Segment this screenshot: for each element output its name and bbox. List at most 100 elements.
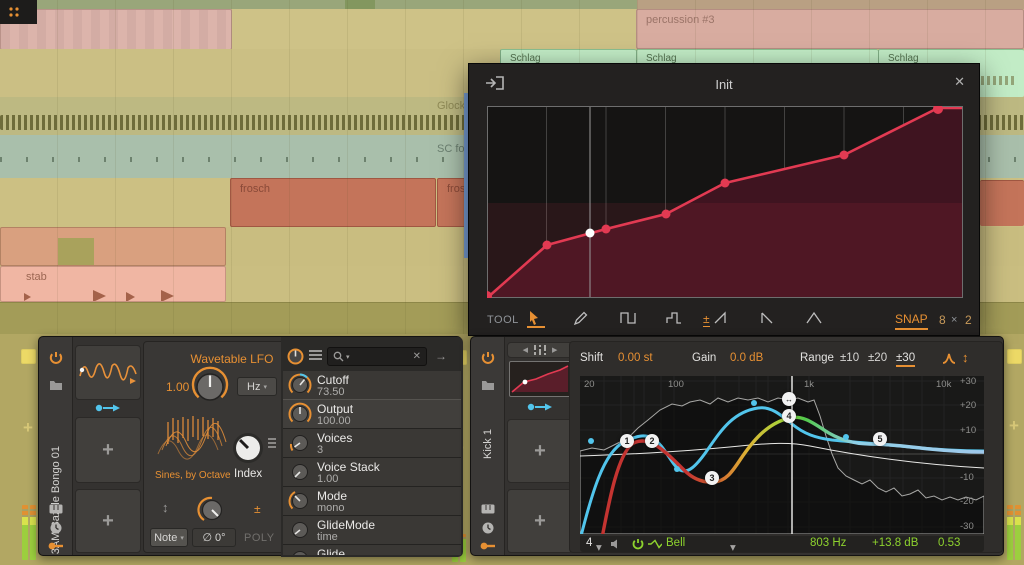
band-handle-dot[interactable] [843,434,849,440]
pencil-tool-icon[interactable] [573,310,591,328]
speaker-icon[interactable] [610,539,620,549]
updown-icon[interactable]: ↕ [962,350,969,365]
triangle-tool-icon[interactable] [806,310,824,328]
jack-plug-icon[interactable] [480,541,496,551]
band-freq-value[interactable]: 803 Hz [810,537,846,549]
empty-device-slot[interactable]: + [507,489,573,553]
rate-unit-dropdown[interactable]: Hz ▾ [237,377,277,396]
index-knob[interactable] [230,430,266,466]
power-icon[interactable] [481,351,495,365]
step-wave-tool-icon[interactable] [666,310,684,328]
range-option-20[interactable]: ±20 [868,352,887,364]
param-row[interactable]: Voice Stack 1.00 [283,458,461,487]
add-track-plus[interactable]: + [23,418,33,438]
band-type-caret[interactable]: ▾ [730,540,736,554]
clip-stab[interactable]: stab [0,266,226,302]
keyboard-icon[interactable] [49,504,63,514]
empty-device-slot[interactable]: + [507,419,573,483]
shift-value[interactable]: 0.00 st [618,352,653,364]
clip-frosch[interactable] [980,180,1024,226]
power-icon[interactable] [49,351,63,365]
param-knob[interactable] [288,547,312,555]
param-row[interactable]: Mode mono [283,487,461,516]
wavetable-display[interactable] [154,410,232,468]
param-search-input[interactable]: ▾ ✕ [327,347,427,366]
param-knob[interactable] [288,373,312,397]
next-arrow-icon[interactable]: ▶ [552,346,557,354]
clip-percussion[interactable]: percussion #3 [636,9,1024,49]
jack-plug-icon[interactable] [48,541,64,551]
poly-label[interactable]: POLY [244,532,275,544]
lfo-thumbnail-slot[interactable] [75,345,141,400]
snap-toggle[interactable]: SNAP [895,312,928,330]
param-knob[interactable] [288,518,312,542]
band-badge-2[interactable]: 2 [645,434,659,448]
folder-icon[interactable] [481,379,495,391]
track-name[interactable]: Kick 1 [482,429,494,459]
expression-selector[interactable]: ◀ ▶ [507,342,573,358]
gain-value[interactable]: 0.0 dB [730,352,763,364]
corner-panel[interactable] [0,0,37,24]
add-track-plus[interactable]: + [1009,416,1019,436]
prev-arrow-icon[interactable]: ◀ [523,346,528,354]
folder-icon[interactable] [49,379,63,391]
band-handle-dot[interactable] [751,400,757,406]
rate-knob[interactable] [188,364,232,408]
clock-icon[interactable] [50,522,62,534]
knob-view-icon[interactable] [286,347,305,366]
chevron-down-icon[interactable]: ▾ [596,540,602,554]
bipolar-toggle[interactable]: ± [254,502,261,516]
curve-thumbnail[interactable] [509,361,571,397]
modulation-out[interactable] [507,401,573,413]
updown-mod-icon[interactable]: ↕ [162,500,169,515]
band-handle-dot[interactable] [588,438,594,444]
param-row[interactable]: Glide [283,545,461,555]
cursor-tool-icon[interactable] [527,310,545,328]
saw-down-tool-icon[interactable] [759,310,777,328]
band-badge-5[interactable]: 5 [873,432,887,446]
bell-curve-icon[interactable] [942,352,956,364]
close-icon[interactable]: ✕ [954,74,965,90]
clip-salmon[interactable] [0,227,226,266]
saw-up-tool-icon[interactable] [713,310,731,328]
snap-value-a[interactable]: 8 [939,313,946,327]
param-knob[interactable] [288,402,312,426]
eq-graph[interactable]: 20 100 1k 10k +30 +20 +10 -10 -20 -30 1 … [580,376,984,534]
track-color-square[interactable] [21,349,36,364]
band-power-icon[interactable] [632,538,644,550]
range-option-30-selected[interactable]: ±30 [896,352,915,367]
bell-shape-icon[interactable] [648,539,662,549]
empty-device-slot[interactable]: + [75,489,141,553]
track-name[interactable]: 3AM Bazille Bongo 01 [50,446,62,554]
wavetable-name[interactable]: Sines, by Octave [155,470,231,481]
keyboard-icon[interactable] [481,504,495,514]
empty-device-slot[interactable]: + [75,417,141,483]
phase-knob[interactable] [196,494,228,526]
band-badge-3[interactable]: 3 [705,471,719,485]
param-knob[interactable] [288,489,312,513]
band-count[interactable]: 4 [586,537,592,549]
clear-search-icon[interactable]: ✕ [413,351,421,362]
param-row[interactable]: Output 100.00 [283,400,461,429]
modulation-out[interactable] [75,402,141,414]
square-wave-tool-icon[interactable] [620,310,638,328]
list-view-icon[interactable] [309,350,322,362]
clip-frosch[interactable]: frosch [230,178,436,227]
band-q-value[interactable]: 0.53 [938,537,960,549]
band-badge-1[interactable]: 1 [620,434,634,448]
band-drag-handle[interactable]: ↔ [782,392,796,406]
note-mode-dropdown[interactable]: Note ▾ [150,528,188,547]
band-gain-value[interactable]: +13.8 dB [872,537,918,549]
param-row[interactable]: Voices 3 [283,429,461,458]
param-knob[interactable] [288,431,312,455]
range-option-10[interactable]: ±10 [840,352,859,364]
param-row[interactable]: Cutoff 73.50 [283,371,461,400]
band-badge-4[interactable]: 4 [782,409,796,423]
clock-icon[interactable] [482,522,494,534]
plus-minus-toggle[interactable]: ± [703,312,710,327]
rate-value[interactable]: 1.00 [166,380,189,394]
track-color-square[interactable] [1007,349,1022,364]
next-page-arrow[interactable]: → [435,349,447,363]
phase-offset-field[interactable]: ∅ 0° [192,528,236,547]
snap-value-b[interactable]: 2 [965,313,972,327]
